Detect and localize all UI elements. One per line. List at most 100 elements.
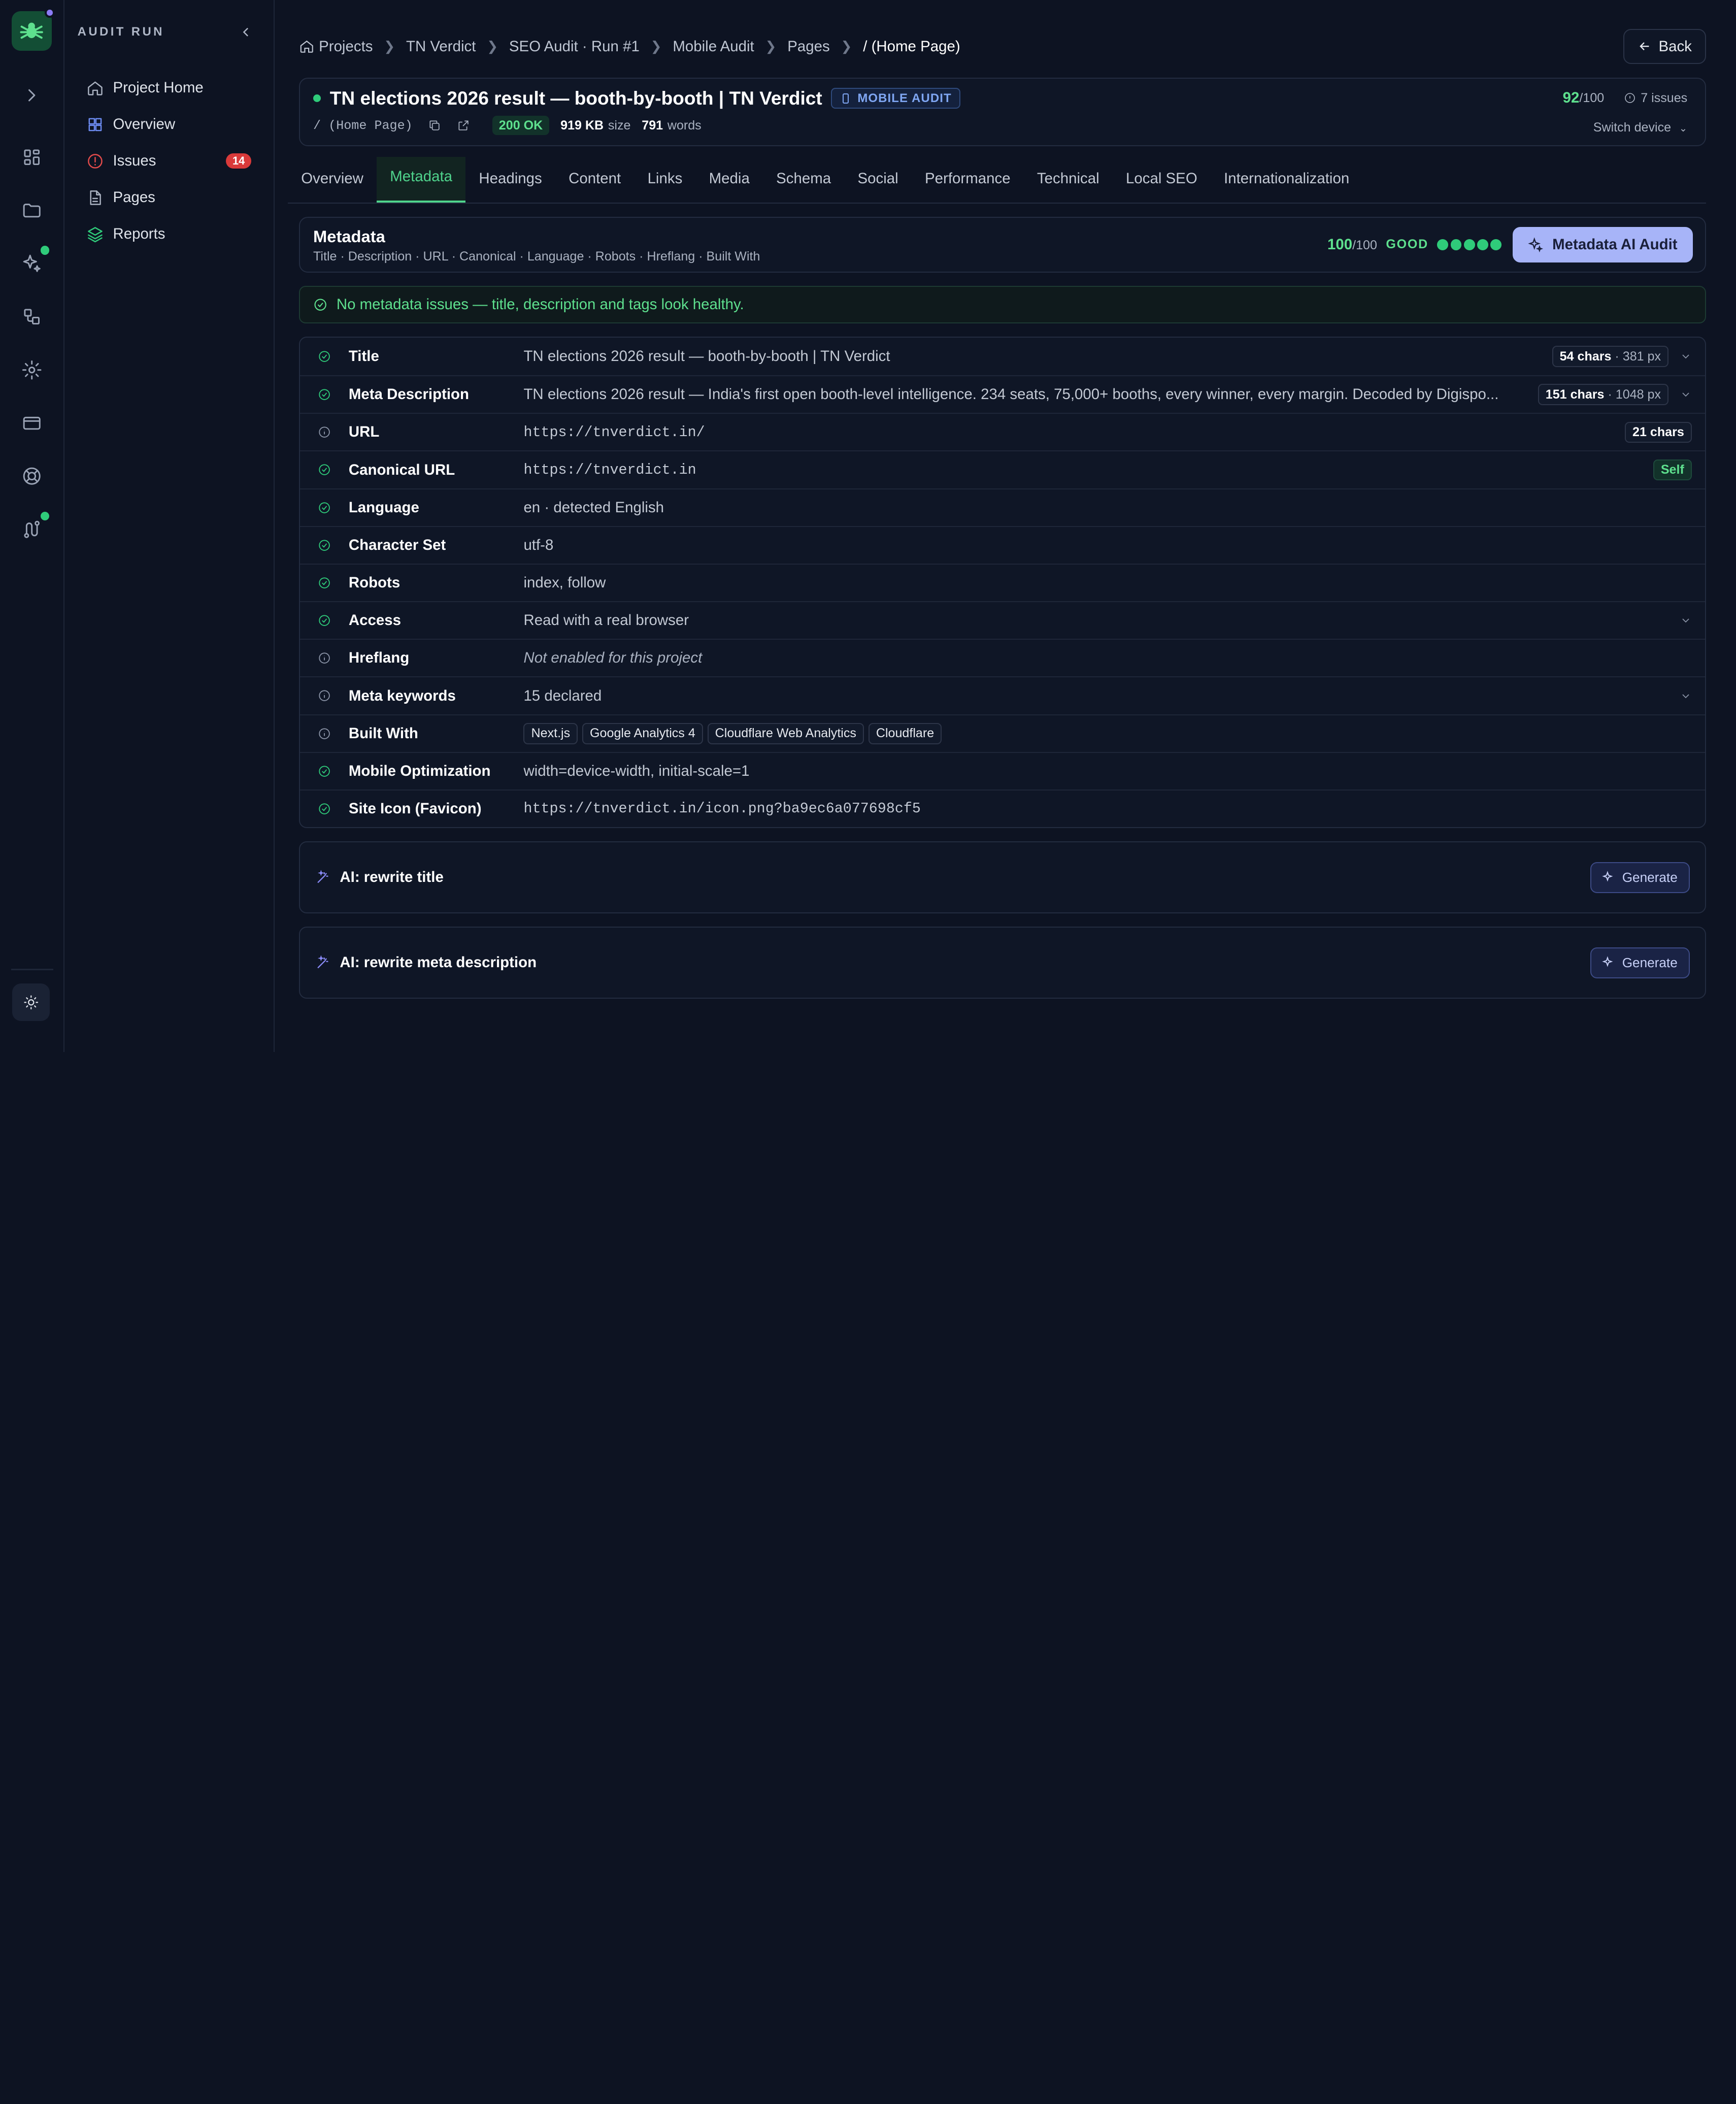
gear-icon[interactable] <box>12 350 52 390</box>
metadata-row: Site Icon (Favicon) https://tnverdict.in/… <box>299 789 1706 827</box>
sparkles-icon[interactable] <box>12 244 52 284</box>
breadcrumb-project[interactable]: TN Verdict <box>406 38 476 55</box>
audit-tabs: Overview Metadata Headings Content Links… <box>288 146 1707 204</box>
metadata-label: Meta keywords <box>348 687 456 704</box>
tab-social[interactable]: Social <box>844 170 912 203</box>
metadata-ai-audit-button[interactable]: Metadata AI Audit <box>1512 226 1693 262</box>
check-circle-icon <box>314 299 326 311</box>
ai-button-label: Metadata AI Audit <box>1552 236 1678 253</box>
metadata-row: Hreflang Not enabled for this project <box>299 639 1706 676</box>
breadcrumb-mobile-audit[interactable]: Mobile Audit <box>673 38 754 55</box>
sidebar-title: AUDIT RUN <box>77 25 164 39</box>
collapse-chevron-icon[interactable] <box>238 24 254 40</box>
tab-headings[interactable]: Headings <box>465 170 555 203</box>
generate-label: Generate <box>1622 955 1678 970</box>
ai-card-title: AI: rewrite meta description <box>340 954 537 971</box>
metadata-row[interactable]: Meta Description TN elections 2026 result… <box>299 375 1706 413</box>
tab-media[interactable]: Media <box>695 170 763 203</box>
metadata-label: Language <box>348 499 419 516</box>
metadata-row[interactable]: Title TN elections 2026 result — booth-by… <box>300 338 1705 375</box>
check-circle-icon <box>319 803 330 814</box>
length-pill: 54 chars · 381 px <box>1552 346 1669 367</box>
tab-content[interactable]: Content <box>555 170 634 203</box>
mobile-audit-label: MOBILE AUDIT <box>857 91 952 105</box>
back-button[interactable]: Back <box>1623 28 1707 64</box>
metadata-label: Meta Description <box>348 386 470 403</box>
external-link-icon[interactable] <box>457 119 470 132</box>
metadata-value: en · detected English <box>523 499 664 516</box>
page-score-max: /100 <box>1579 90 1605 105</box>
tab-links[interactable]: Links <box>634 170 695 203</box>
route-icon[interactable] <box>12 509 52 549</box>
sidebar-item-overview[interactable]: Overview <box>78 106 260 143</box>
issues-count-badge: 14 <box>225 153 252 169</box>
metadata-row[interactable]: Access Read with a real browser <box>299 601 1706 639</box>
breadcrumb-audit-run[interactable]: SEO Audit · Run #1 <box>509 38 640 55</box>
chevron-right-icon: ❯ <box>841 39 852 54</box>
breadcrumb-pages[interactable]: Pages <box>787 38 829 55</box>
check-circle-icon <box>319 389 330 400</box>
generate-title-button[interactable]: Generate <box>1590 862 1690 893</box>
sidebar-item-label: Issues <box>113 152 156 170</box>
chevron-right-icon: ❯ <box>384 39 395 54</box>
tech-pill: Next.js <box>523 722 578 744</box>
tab-metadata[interactable]: Metadata <box>377 156 466 203</box>
sidebar-item-project-home[interactable]: Project Home <box>78 70 260 106</box>
tab-technical[interactable]: Technical <box>1024 170 1113 203</box>
sidebar-item-reports[interactable]: Reports <box>78 216 260 252</box>
chevron-right-icon: ❯ <box>487 39 498 54</box>
sparkles-icon <box>1528 237 1544 252</box>
tab-internationalization[interactable]: Internationalization <box>1211 170 1362 203</box>
metadata-value: Read with a real browser <box>523 612 689 629</box>
metadata-value: https://tnverdict.in/icon.png?ba9ec6a077… <box>523 800 921 817</box>
tech-pill: Cloudflare Web Analytics <box>707 722 864 744</box>
copy-icon[interactable] <box>428 119 441 132</box>
check-circle-icon <box>319 502 330 513</box>
generate-description-button[interactable]: Generate <box>1590 947 1690 978</box>
tab-schema[interactable]: Schema <box>763 170 844 203</box>
metadata-value: https://tnverdict.in <box>523 462 696 479</box>
metadata-row: URL https://tnverdict.in/21 chars <box>299 413 1706 450</box>
switch-device-dropdown[interactable]: Switch device ⌄ <box>1563 120 1687 135</box>
metadata-label: Title <box>348 348 379 365</box>
tab-local-seo[interactable]: Local SEO <box>1113 170 1211 203</box>
theme-toggle-sun-icon[interactable] <box>12 983 50 1021</box>
ai-rewrite-description-card: AI: rewrite meta description Generate <box>298 927 1707 999</box>
info-circle-icon <box>319 426 330 438</box>
credit-card-icon[interactable] <box>12 403 52 443</box>
tab-performance[interactable]: Performance <box>912 170 1024 203</box>
spider-logo-icon[interactable] <box>11 8 55 51</box>
sidebar-item-issues[interactable]: Issues 14 <box>78 143 260 179</box>
audit-sidebar: AUDIT RUN Project Home Overview Issues 1… <box>64 0 275 1053</box>
score-dots <box>1437 239 1504 250</box>
chevron-down-icon[interactable] <box>1680 350 1692 363</box>
workflow-icon[interactable] <box>12 297 52 337</box>
chevron-right-icon: ❯ <box>765 39 777 54</box>
metadata-row[interactable]: Meta keywords 15 declared <box>299 676 1706 714</box>
folder-icon[interactable] <box>12 190 52 231</box>
home-icon <box>88 81 103 95</box>
tech-pill: Google Analytics 4 <box>582 722 703 744</box>
metadata-row: Mobile Optimization width=device-width, i… <box>299 751 1706 790</box>
breadcrumb-projects[interactable]: Projects <box>319 38 373 55</box>
expand-chevron-icon[interactable] <box>12 75 52 115</box>
back-label: Back <box>1658 38 1692 55</box>
dashboard-icon[interactable] <box>12 137 52 177</box>
metadata-value: TN elections 2026 result — booth-by-boot… <box>523 348 890 365</box>
metadata-row: Robots index, follow <box>299 563 1706 601</box>
metadata-label: Hreflang <box>348 649 410 667</box>
chevron-down-icon[interactable] <box>1680 388 1692 401</box>
page-size-value: 919 KB <box>560 118 604 133</box>
metadata-label: Mobile Optimization <box>348 762 491 779</box>
section-score-max: /100 <box>1352 238 1377 252</box>
pixel-width: 381 px <box>1622 349 1661 364</box>
page-score: 92 <box>1562 89 1580 107</box>
metadata-row: Built With Next.js Google Analytics 4 Cloud… <box>299 714 1706 752</box>
section-score: 100/100 <box>1327 236 1377 253</box>
chevron-down-icon[interactable] <box>1680 614 1692 627</box>
tab-overview[interactable]: Overview <box>288 170 377 203</box>
lifebuoy-icon[interactable] <box>12 456 52 497</box>
chevron-down-icon[interactable] <box>1680 690 1692 702</box>
check-circle-icon <box>319 464 330 476</box>
sidebar-item-pages[interactable]: Pages <box>78 179 260 216</box>
